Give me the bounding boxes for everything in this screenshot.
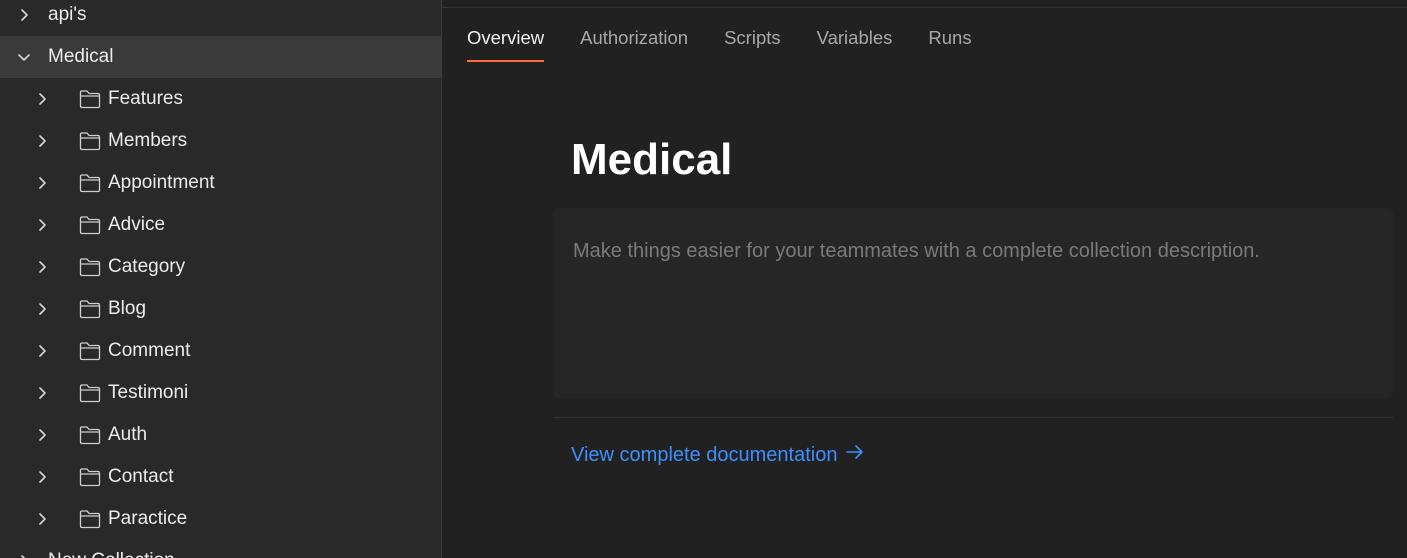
divider — [553, 417, 1393, 418]
chevron-right-icon[interactable] — [33, 132, 51, 150]
sidebar-item-label: Category — [108, 256, 186, 277]
sidebar-folder-appointment[interactable]: Appointment — [0, 162, 441, 204]
folder-icon — [79, 89, 101, 109]
sidebar-folder-advice[interactable]: Advice — [0, 204, 441, 246]
sidebar-folder-testimoni[interactable]: Testimoni — [0, 372, 441, 414]
tab-authorization[interactable]: Authorization — [580, 24, 688, 62]
sidebar-item-label: Contact — [108, 466, 174, 487]
folder-icon — [79, 173, 101, 193]
sidebar-folder-auth[interactable]: Auth — [0, 414, 441, 456]
chevron-right-icon[interactable] — [33, 216, 51, 234]
sidebar-folder-contact[interactable]: Contact — [0, 456, 441, 498]
chevron-right-icon[interactable] — [33, 342, 51, 360]
chevron-right-icon[interactable] — [33, 468, 51, 486]
divider — [442, 7, 1407, 8]
chevron-right-icon[interactable] — [33, 258, 51, 276]
chevron-right-icon[interactable] — [33, 384, 51, 402]
chevron-right-icon[interactable] — [15, 6, 33, 24]
tab-overview[interactable]: Overview — [467, 24, 545, 62]
folder-icon — [79, 341, 101, 361]
sidebar-item-label: Testimoni — [108, 382, 189, 403]
sidebar-item-label: Blog — [108, 298, 147, 319]
chevron-right-icon[interactable] — [33, 174, 51, 192]
arrow-right-icon — [845, 442, 865, 468]
tab-runs[interactable]: Runs — [928, 24, 971, 62]
folder-icon — [79, 509, 101, 529]
tab-variables[interactable]: Variables — [817, 24, 893, 62]
tab-bar: Overview Authorization Scripts Variables… — [467, 24, 972, 64]
sidebar-item-new-collection[interactable]: New Collection — [0, 540, 441, 558]
sidebar-item-apis[interactable]: api's — [0, 0, 441, 36]
sidebar-item-label: Auth — [108, 424, 148, 445]
folder-icon — [79, 467, 101, 487]
chevron-down-icon[interactable] — [15, 48, 33, 66]
description-placeholder: Make things easier for your teammates wi… — [573, 240, 1260, 262]
sidebar-folder-paractice[interactable]: Paractice — [0, 498, 441, 540]
tab-scripts[interactable]: Scripts — [724, 24, 781, 62]
chevron-right-icon[interactable] — [33, 300, 51, 318]
sidebar-folder-category[interactable]: Category — [0, 246, 441, 288]
sidebar-item-label: Comment — [108, 340, 191, 361]
sidebar-item-label: Medical — [48, 46, 114, 67]
sidebar-folder-members[interactable]: Members — [0, 120, 441, 162]
description-editor[interactable]: Make things easier for your teammates wi… — [553, 208, 1393, 398]
chevron-right-icon[interactable] — [33, 510, 51, 528]
main-panel: Overview Authorization Scripts Variables… — [442, 0, 1407, 558]
sidebar-item-label: New Collection — [48, 550, 175, 558]
folder-icon — [79, 299, 101, 319]
folder-icon — [79, 215, 101, 235]
view-documentation-link[interactable]: View complete documentation — [571, 442, 865, 468]
sidebar-item-label: Features — [108, 88, 183, 109]
chevron-right-icon[interactable] — [33, 90, 51, 108]
sidebar-item-label: Members — [108, 130, 188, 151]
folder-icon — [79, 383, 101, 403]
chevron-right-icon[interactable] — [15, 552, 33, 558]
sidebar-folder-blog[interactable]: Blog — [0, 288, 441, 330]
sidebar: api's Medical Features Members Appointme… — [0, 0, 442, 558]
chevron-right-icon[interactable] — [33, 426, 51, 444]
sidebar-folder-comment[interactable]: Comment — [0, 330, 441, 372]
sidebar-item-medical[interactable]: Medical — [0, 36, 441, 78]
sidebar-folder-features[interactable]: Features — [0, 78, 441, 120]
folder-icon — [79, 257, 101, 277]
collection-title[interactable]: Medical — [571, 134, 732, 186]
sidebar-item-label: Appointment — [108, 172, 215, 193]
sidebar-item-label: api's — [48, 4, 87, 25]
folder-icon — [79, 131, 101, 151]
app-window: api's Medical Features Members Appointme… — [0, 0, 1407, 558]
link-label: View complete documentation — [571, 443, 838, 466]
sidebar-item-label: Paractice — [108, 508, 188, 529]
sidebar-item-label: Advice — [108, 214, 166, 235]
folder-icon — [79, 425, 101, 445]
